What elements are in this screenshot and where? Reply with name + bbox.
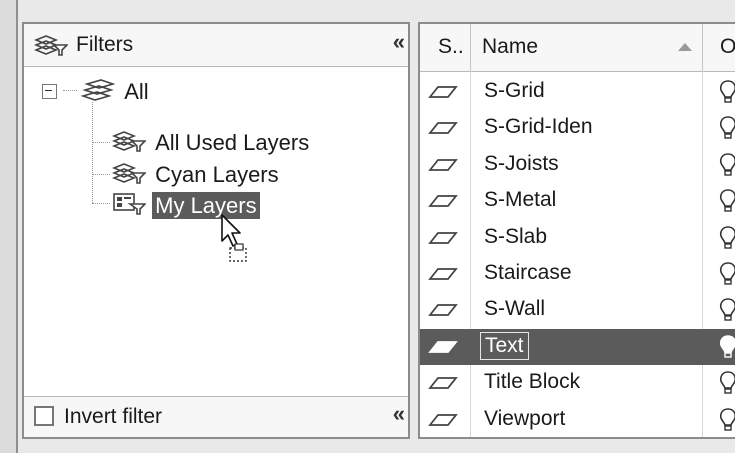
table-row[interactable]: Viewport — [420, 402, 735, 437]
layer-list-panel: S.. Name O S-Grid S-Grid-Iden S-Joists S-Me… — [418, 22, 735, 439]
tree-connector — [92, 174, 110, 175]
table-row[interactable]: S-Grid — [420, 74, 735, 110]
layer-name[interactable]: Title Block — [480, 370, 584, 394]
layer-name[interactable]: S-Slab — [480, 225, 551, 249]
table-row[interactable]: S-Metal — [420, 183, 735, 219]
tree-node-label: All — [124, 78, 149, 104]
lightbulb-icon[interactable] — [717, 370, 735, 401]
filter-icon — [111, 130, 147, 158]
filters-title: Filters — [76, 33, 134, 56]
table-row[interactable]: S-Joists — [420, 147, 735, 183]
left-edge — [0, 0, 18, 453]
drag-cursor-icon — [220, 214, 254, 271]
collapse-filters-button[interactable]: « — [393, 29, 405, 55]
tree-node-label: Cyan Layers — [155, 162, 279, 187]
tree-connector — [92, 102, 93, 203]
column-on[interactable]: O — [720, 35, 735, 59]
lightbulb-icon[interactable] — [717, 261, 735, 292]
tree-node-all[interactable]: All — [42, 78, 152, 108]
column-header: S.. Name O — [420, 24, 735, 72]
table-row[interactable]: Text — [420, 328, 735, 365]
layer-name[interactable]: Text — [480, 331, 529, 360]
layer-name[interactable]: Viewport — [480, 407, 569, 431]
column-divider[interactable] — [702, 24, 703, 71]
layer-status-icon[interactable] — [428, 82, 458, 105]
lightbulb-icon[interactable] — [717, 334, 735, 365]
layer-status-icon[interactable] — [428, 410, 458, 433]
layer-status-icon[interactable] — [428, 155, 458, 178]
table-row[interactable]: S-Slab — [420, 220, 735, 256]
layer-name[interactable]: S-Metal — [480, 188, 560, 212]
layer-status-icon[interactable] — [428, 264, 458, 287]
filters-panel: Filters « All All Used Layers Cyan Layer… — [22, 22, 410, 439]
layer-name[interactable]: S-Grid-Iden — [480, 115, 597, 139]
layer-name[interactable]: S-Wall — [480, 297, 549, 321]
column-name[interactable]: Name — [482, 35, 538, 59]
lightbulb-icon[interactable] — [717, 297, 735, 328]
filters-footer: Invert filter « — [24, 396, 408, 437]
lightbulb-icon[interactable] — [717, 79, 735, 110]
layer-status-icon[interactable] — [428, 191, 458, 214]
column-divider[interactable] — [470, 24, 471, 71]
table-row[interactable]: S-Wall — [420, 292, 735, 328]
group-filter-icon — [112, 192, 147, 222]
table-row[interactable]: Staircase — [420, 256, 735, 292]
tree-node-all-used-layers[interactable]: All Used Layers — [111, 130, 312, 158]
layer-status-icon[interactable] — [428, 373, 458, 396]
layer-name[interactable]: Staircase — [480, 261, 576, 285]
invert-filter-checkbox[interactable] — [34, 406, 54, 426]
sort-ascending-icon — [678, 43, 692, 51]
column-status[interactable]: S.. — [438, 35, 464, 59]
lightbulb-icon[interactable] — [717, 152, 735, 183]
layer-status-icon[interactable] — [428, 337, 458, 360]
all-layers-icon — [80, 78, 116, 108]
table-row[interactable]: S-Grid-Iden — [420, 110, 735, 146]
table-row[interactable]: Title Block — [420, 365, 735, 401]
filter-tree: All All Used Layers Cyan Layers My Layer… — [24, 68, 408, 398]
invert-filter-label[interactable]: Invert filter — [64, 405, 162, 429]
tree-connector — [92, 203, 110, 204]
tree-node-label: All Used Layers — [155, 130, 310, 155]
filter-icon — [111, 162, 147, 190]
tree-node-cyan-layers[interactable]: Cyan Layers — [111, 162, 282, 190]
lightbulb-icon[interactable] — [717, 225, 735, 256]
lightbulb-icon[interactable] — [717, 115, 735, 146]
collapse-panel-button[interactable]: « — [393, 401, 405, 427]
filters-header: Filters « — [24, 24, 408, 67]
layer-name[interactable]: S-Grid — [480, 79, 549, 103]
lightbulb-icon[interactable] — [717, 188, 735, 219]
layer-name[interactable]: S-Joists — [480, 152, 563, 176]
lightbulb-icon[interactable] — [717, 407, 735, 437]
layer-status-icon[interactable] — [428, 118, 458, 141]
tree-connector — [92, 142, 110, 143]
layer-status-icon[interactable] — [428, 228, 458, 251]
layer-status-icon[interactable] — [428, 300, 458, 323]
collapse-node-icon[interactable] — [42, 83, 57, 99]
filter-icon — [33, 34, 69, 61]
